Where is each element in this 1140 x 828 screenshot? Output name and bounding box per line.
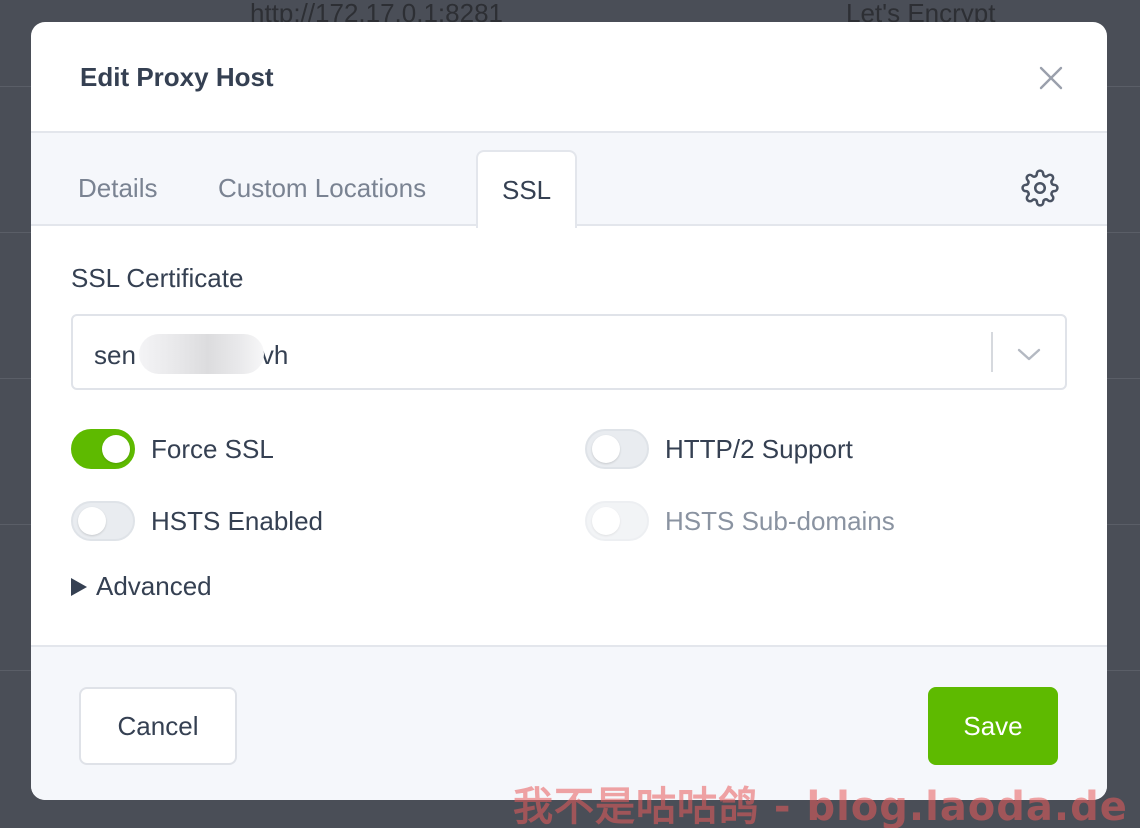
- force-ssl-toggle-row[interactable]: Force SSL: [71, 429, 274, 469]
- redaction-blur: [139, 334, 264, 374]
- close-button[interactable]: [1037, 64, 1065, 92]
- http2-label: HTTP/2 Support: [665, 433, 853, 464]
- save-button[interactable]: Save: [928, 687, 1058, 765]
- tab-custom-locations[interactable]: Custom Locations: [218, 173, 426, 204]
- ssl-certificate-select[interactable]: sen vh: [71, 314, 1067, 390]
- hsts-subdomains-label: HSTS Sub-domains: [665, 505, 895, 536]
- tab-details[interactable]: Details: [78, 173, 157, 204]
- force-ssl-toggle[interactable]: [71, 429, 135, 469]
- force-ssl-label: Force SSL: [151, 433, 274, 464]
- tab-ssl[interactable]: SSL: [476, 150, 578, 228]
- select-separator: [991, 332, 993, 372]
- hsts-label: HSTS Enabled: [151, 505, 323, 536]
- edit-proxy-host-modal: Edit Proxy Host Details Custom Locations…: [31, 22, 1107, 800]
- http2-toggle-row[interactable]: HTTP/2 Support: [585, 429, 853, 469]
- hsts-toggle-row[interactable]: HSTS Enabled: [71, 501, 323, 541]
- watermark: 我不是咕咕鸽 - blog.laoda.de: [513, 784, 1128, 828]
- http2-toggle[interactable]: [585, 429, 649, 469]
- close-icon: [1039, 66, 1063, 90]
- hsts-toggle[interactable]: [71, 501, 135, 541]
- advanced-label: Advanced: [96, 571, 212, 601]
- hsts-subdomains-toggle-row: HSTS Sub-domains: [585, 501, 895, 541]
- disclosure-triangle-icon: [71, 577, 87, 596]
- gear-icon: [1021, 169, 1059, 207]
- advanced-settings-button[interactable]: [1021, 169, 1059, 207]
- ssl-certificate-label: SSL Certificate: [71, 263, 244, 293]
- hsts-subdomains-toggle: [585, 501, 649, 541]
- advanced-disclosure[interactable]: Advanced: [71, 571, 212, 602]
- cancel-button[interactable]: Cancel: [79, 687, 237, 765]
- chevron-down-icon: [1017, 348, 1041, 361]
- modal-header: Edit Proxy Host: [31, 22, 1107, 133]
- tabs-bar: Details Custom Locations SSL: [31, 133, 1107, 228]
- modal-title: Edit Proxy Host: [80, 62, 274, 92]
